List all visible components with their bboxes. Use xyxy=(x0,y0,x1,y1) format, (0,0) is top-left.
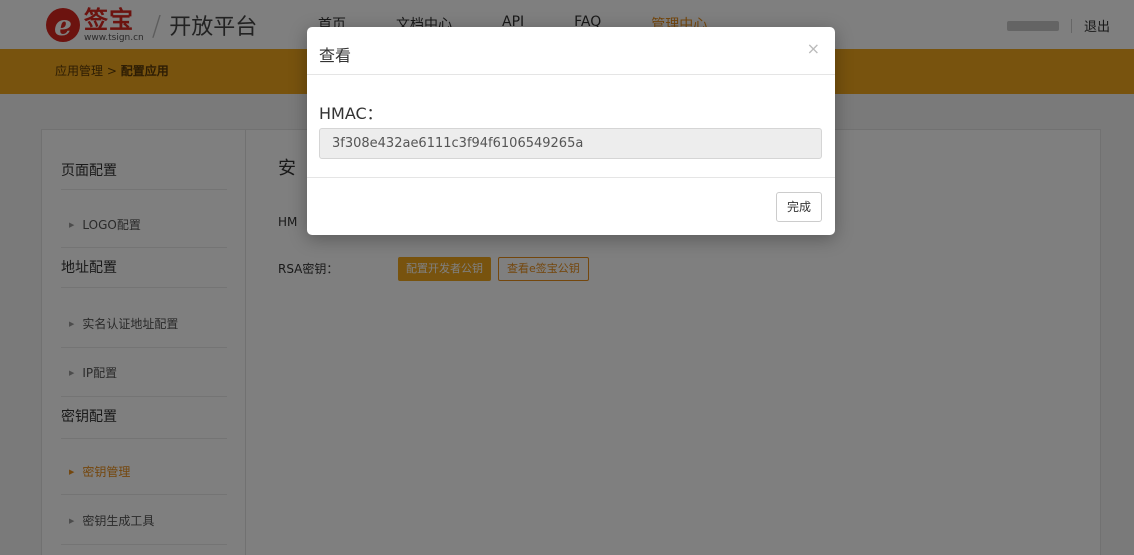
modal-header: 查看 × xyxy=(307,27,835,75)
hmac-field-label: HMAC： xyxy=(319,104,383,123)
modal-footer: 完成 xyxy=(307,177,835,235)
close-icon[interactable]: × xyxy=(807,39,820,58)
done-button[interactable]: 完成 xyxy=(775,192,822,222)
modal-body: HMAC： 3f308e432ae6111c3f94f6106549265a xyxy=(307,76,835,177)
modal-title: 查看 xyxy=(319,46,352,65)
view-hmac-modal: 查看 × HMAC： 3f308e432ae6111c3f94f61065492… xyxy=(307,27,835,235)
hmac-value-field[interactable]: 3f308e432ae6111c3f94f6106549265a xyxy=(319,128,822,159)
